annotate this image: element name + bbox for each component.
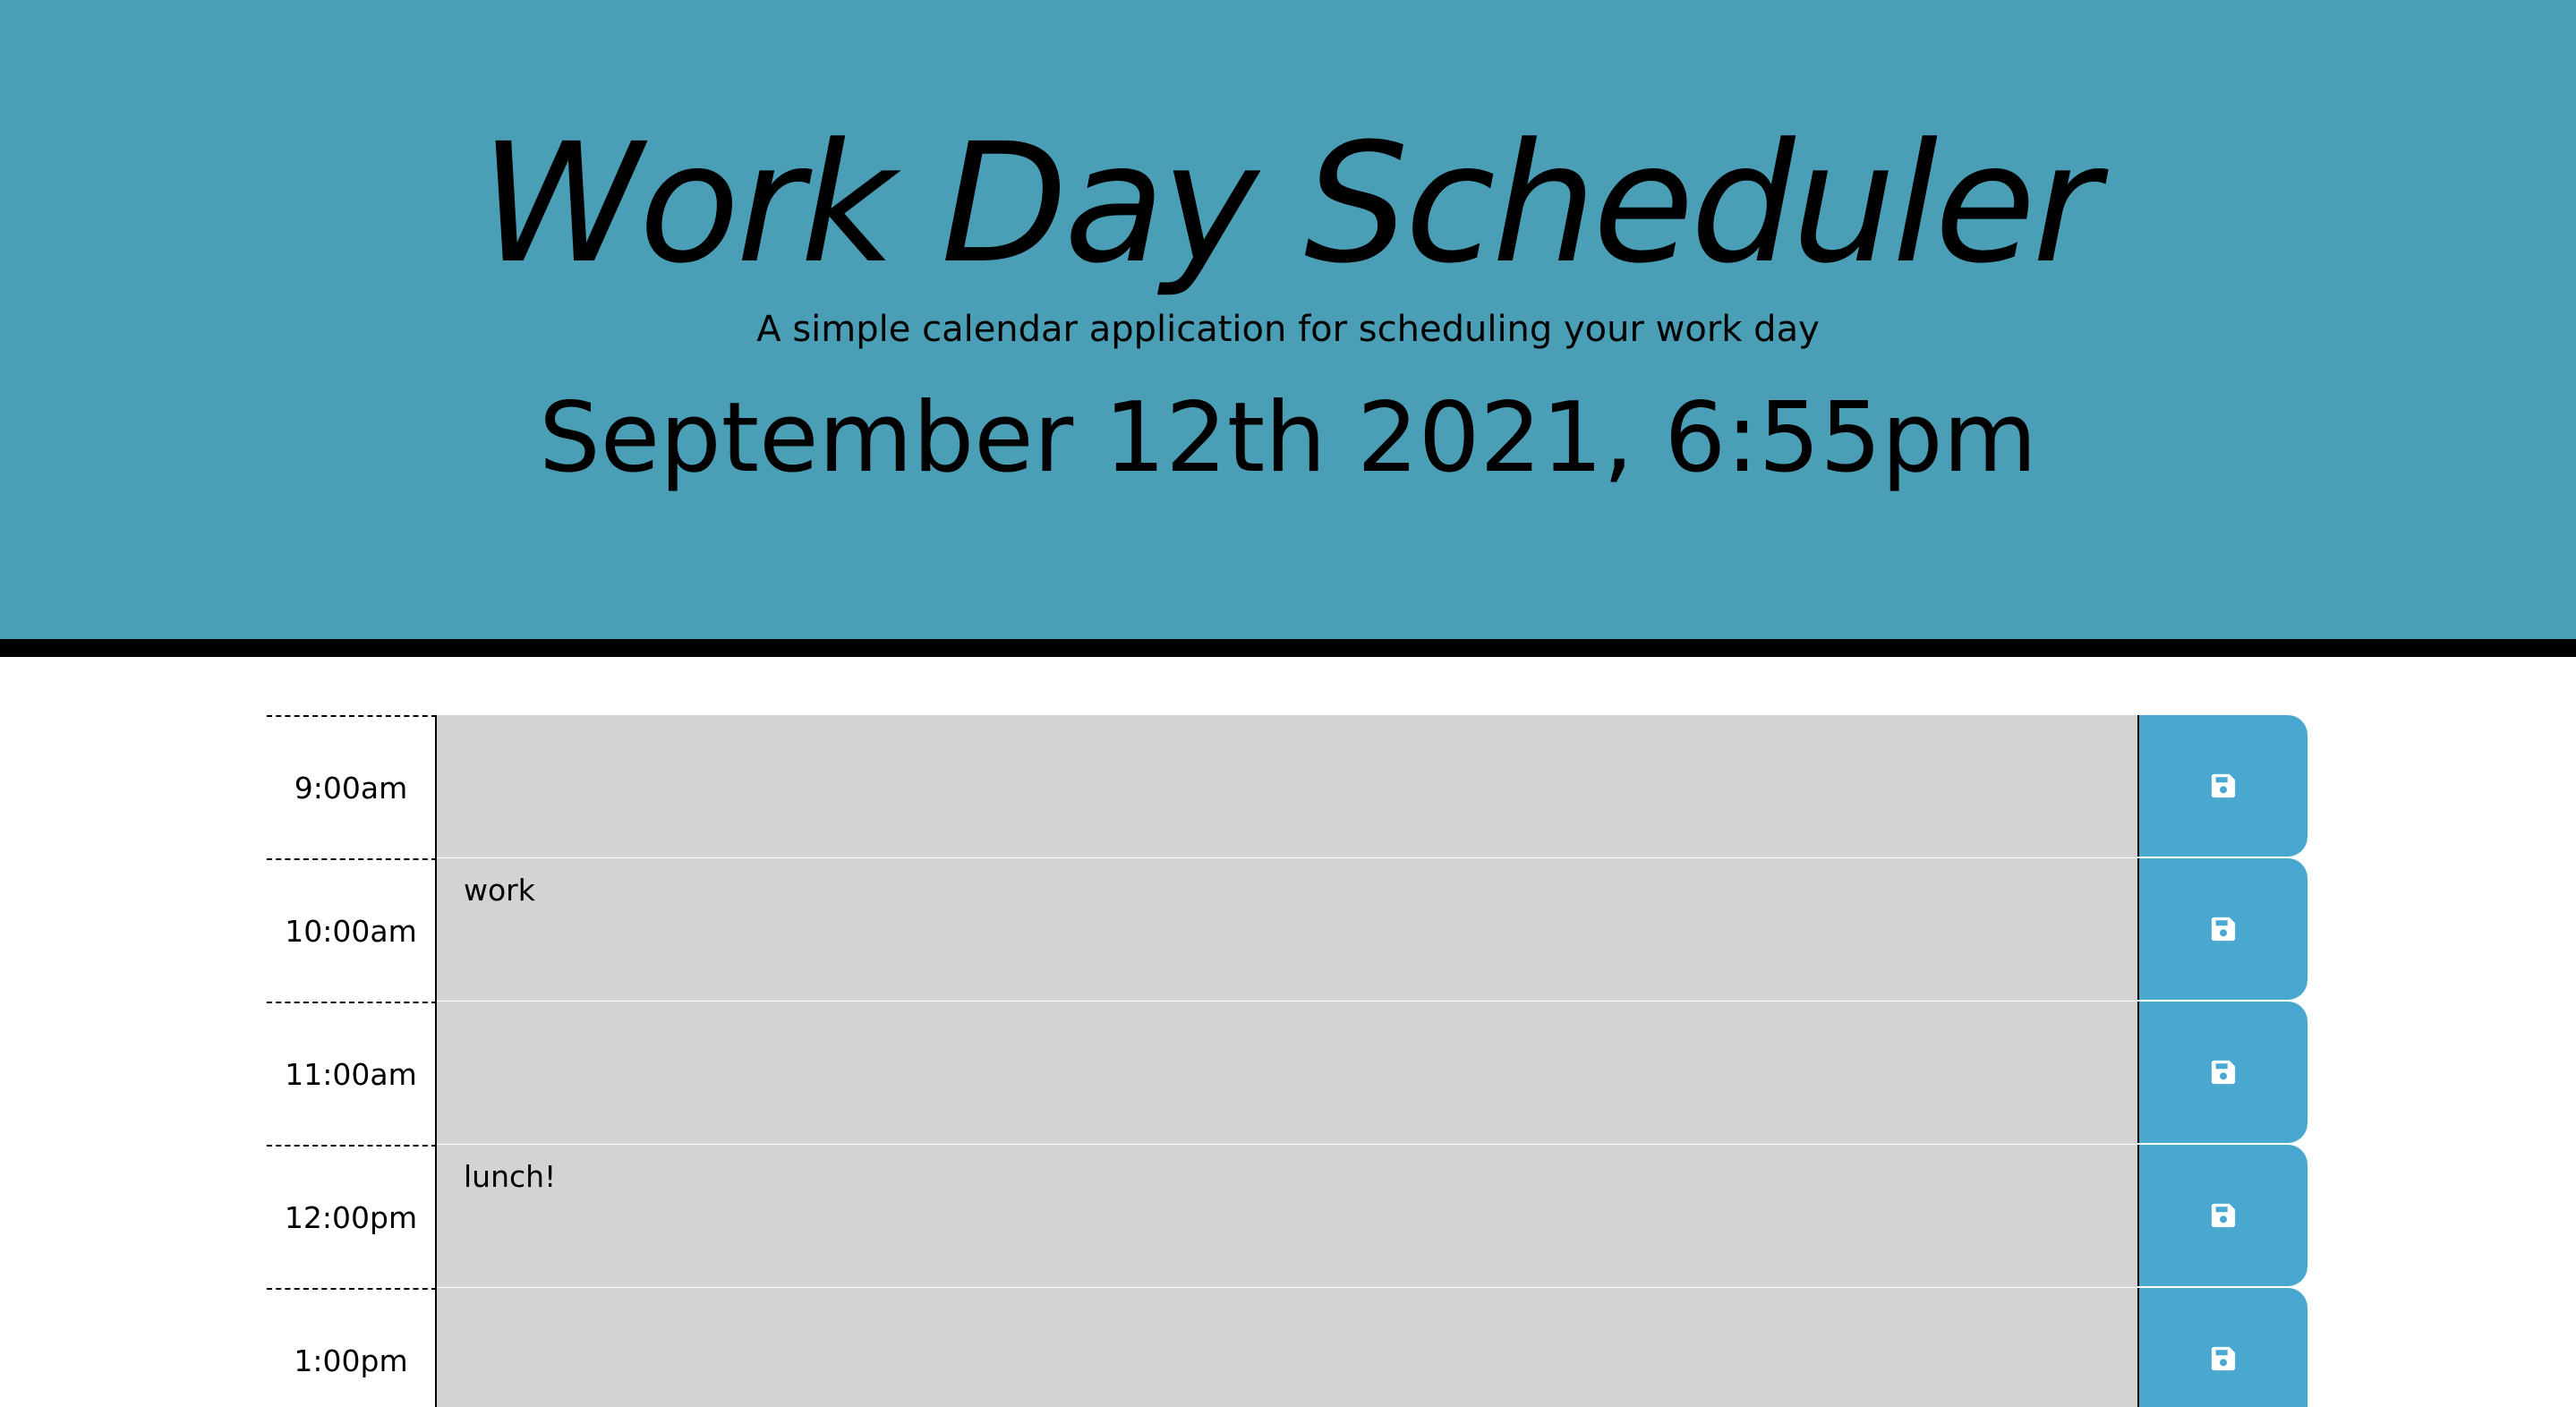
time-block: 1:00pm	[267, 1288, 2307, 1407]
event-description-input[interactable]: work	[437, 858, 2137, 1002]
time-block-list: 9:00am 10:00am work 11:00am 12:00pm lunc…	[267, 715, 2307, 1407]
save-icon	[2211, 773, 2236, 798]
save-button[interactable]	[2137, 715, 2307, 857]
save-icon	[2211, 917, 2236, 942]
hour-label: 12:00pm	[267, 1145, 437, 1288]
save-button[interactable]	[2137, 1288, 2307, 1407]
hour-label: 10:00am	[267, 858, 437, 1002]
save-icon	[2211, 1203, 2236, 1228]
event-description-input[interactable]	[437, 715, 2137, 858]
event-description-input[interactable]	[437, 1288, 2137, 1407]
event-description-input[interactable]	[437, 1002, 2137, 1145]
time-block: 10:00am work	[267, 858, 2307, 1002]
page-subtitle: A simple calendar application for schedu…	[756, 309, 1820, 350]
save-button[interactable]	[2137, 1002, 2307, 1143]
event-description-input[interactable]: lunch!	[437, 1145, 2137, 1288]
time-block: 12:00pm lunch!	[267, 1145, 2307, 1288]
current-date-time: September 12th 2021, 6:55pm	[539, 382, 2037, 494]
hour-label: 1:00pm	[267, 1288, 437, 1407]
save-icon	[2211, 1346, 2236, 1371]
page-title: Work Day Scheduler	[479, 108, 2100, 300]
save-icon	[2211, 1060, 2236, 1085]
hour-label: 9:00am	[267, 715, 437, 858]
header: Work Day Scheduler A simple calendar app…	[0, 0, 2576, 657]
hour-label: 11:00am	[267, 1002, 437, 1145]
save-button[interactable]	[2137, 1145, 2307, 1286]
time-block: 11:00am	[267, 1002, 2307, 1145]
save-button[interactable]	[2137, 858, 2307, 1000]
time-block: 9:00am	[267, 715, 2307, 858]
